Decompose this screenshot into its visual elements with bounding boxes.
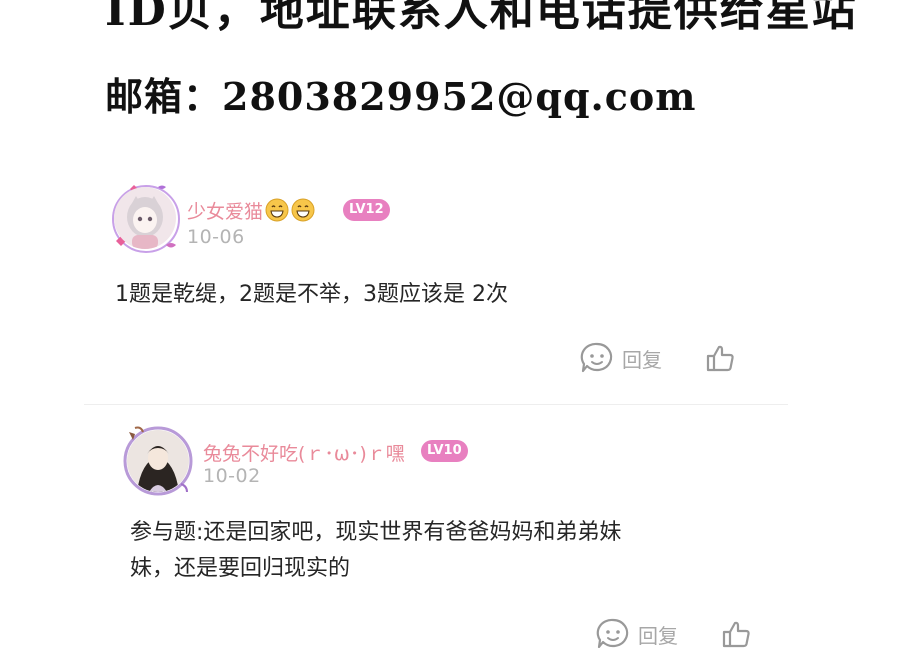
username[interactable]: 兔兔不好吃(ｒ･ω･)ｒ嘿 bbox=[203, 439, 405, 466]
comment-item: 兔兔不好吃(ｒ･ω･)ｒ嘿 LV10 10-02 参与题:还是回家吧，现实世界有… bbox=[0, 0, 900, 648]
screenshot-canvas: ID贝，地址联系人和电话提供给星站 邮箱：2803829952@qq.com 少… bbox=[0, 0, 900, 648]
like-button[interactable] bbox=[720, 616, 752, 648]
level-badge: LV10 bbox=[421, 440, 468, 462]
comment-text: 参与题:还是回家吧，现实世界有爸爸妈妈和弟弟妹 妹，还是要回归现实的 bbox=[130, 515, 621, 587]
comment-actions: 回复 bbox=[596, 616, 766, 648]
comment-date: 10-02 bbox=[203, 465, 261, 487]
reply-label: 回复 bbox=[638, 623, 678, 648]
comment-bubble-icon bbox=[596, 618, 629, 648]
thumbs-up-icon bbox=[722, 621, 750, 648]
reply-button[interactable]: 回复 bbox=[596, 616, 678, 648]
comment-text-line: 参与题:还是回家吧，现实世界有爸爸妈妈和弟弟妹 bbox=[130, 520, 622, 545]
comment-text-line: 妹，还是要回归现实的 bbox=[130, 556, 351, 581]
avatar[interactable] bbox=[127, 430, 189, 492]
